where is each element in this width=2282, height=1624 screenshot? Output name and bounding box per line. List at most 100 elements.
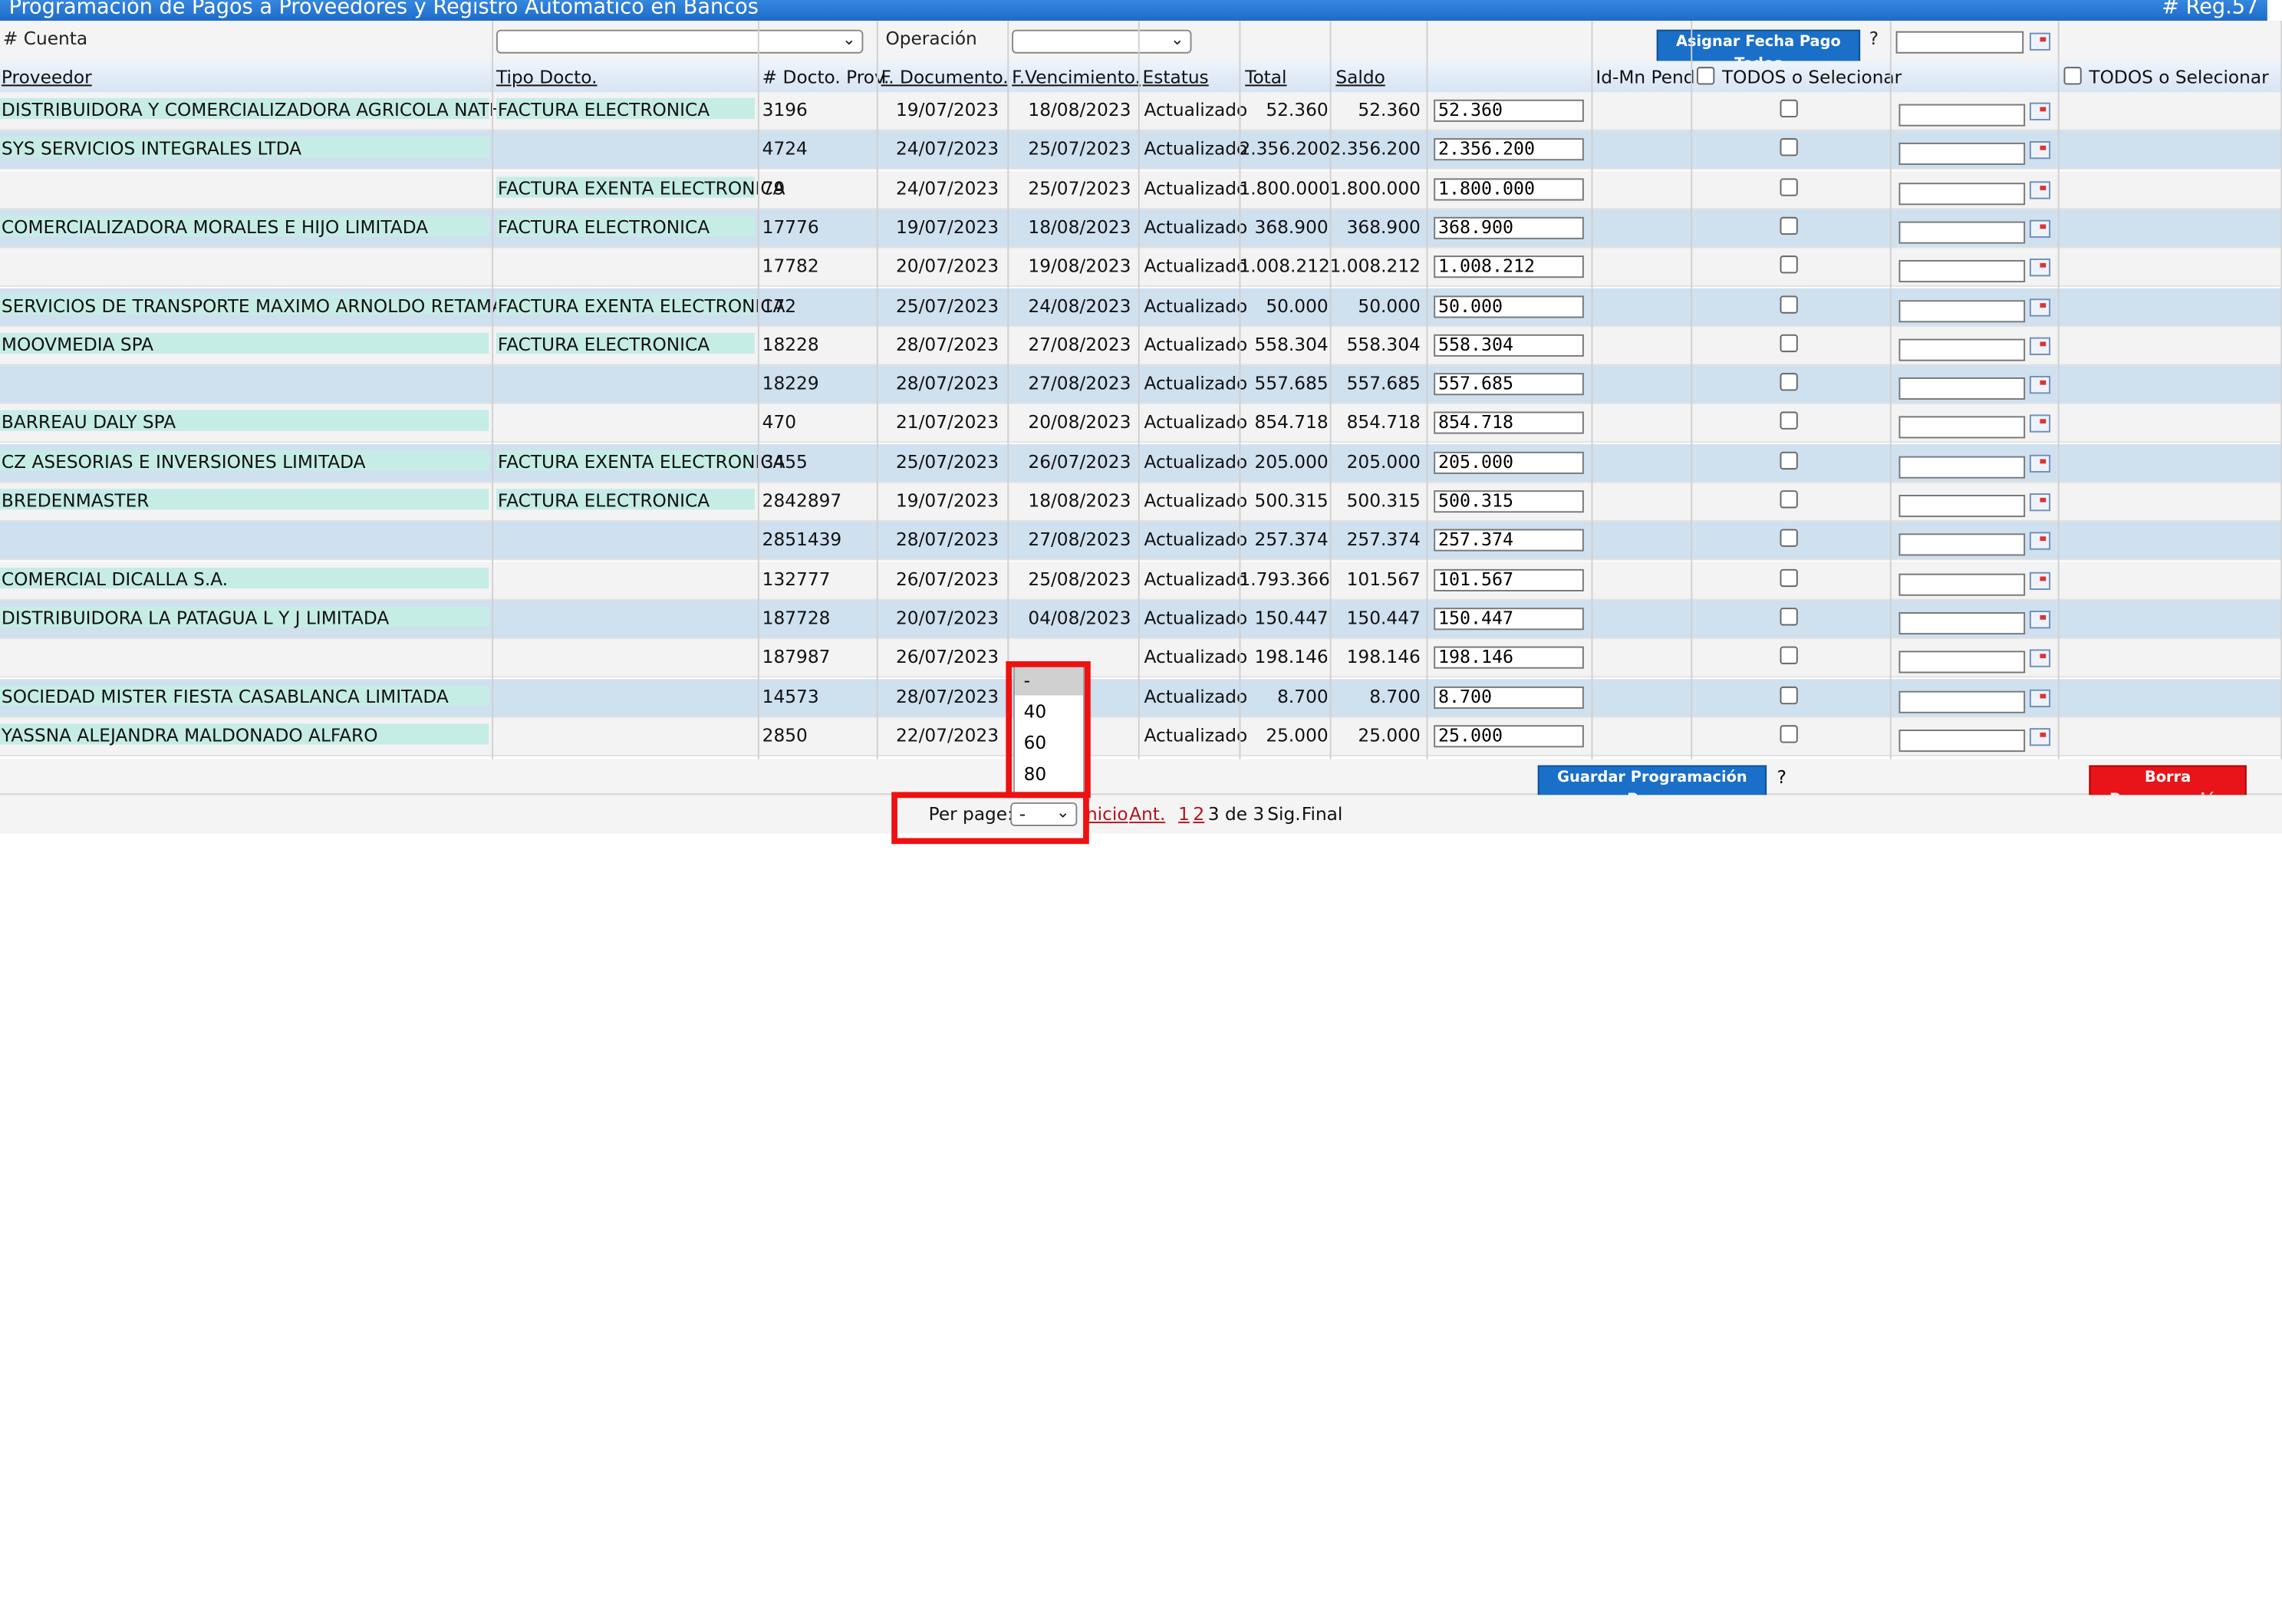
tipo-docto: FACTURA ELECTRONICA [497,216,710,238]
row-checkbox[interactable] [1780,177,1798,196]
page-1-link[interactable]: 1 [1178,804,1190,825]
fecha-pago-input[interactable] [1898,651,2026,674]
col-total[interactable]: Total [1245,67,1286,87]
row-checkbox[interactable] [1780,216,1798,235]
calendar-icon[interactable] [2029,649,2051,668]
cuenta-select[interactable]: ⌄ [496,29,864,54]
row-checkbox[interactable] [1780,373,1798,391]
row-checkbox[interactable] [1780,490,1798,509]
fecha-pago-input[interactable] [1898,417,2026,440]
fecha-pago-input[interactable] [1898,456,2026,479]
col-tipo[interactable]: Tipo Docto. [496,67,598,87]
table-row: SERVICIOS DE TRANSPORTE MAXIMO ARNOLDO R… [0,287,2282,327]
fecha-pago-input[interactable] [1898,572,2026,595]
monto-input[interactable]: 2.356.200 [1434,138,1584,161]
fecha-pago-input[interactable] [1898,338,2026,361]
proveedor-name: DISTRIBUIDORA LA PATAGUA L Y J LIMITADA [1,608,390,629]
fecha-pago-input[interactable] [1898,182,2026,205]
monto-input[interactable]: 25.000 [1434,724,1584,747]
calendar-icon[interactable] [2029,141,2051,160]
monto-input[interactable]: 8.700 [1434,685,1584,708]
fecha-pago-input[interactable] [1898,690,2026,713]
calendar-icon[interactable] [2029,415,2051,433]
fecha-pago-input[interactable] [1898,299,2026,322]
column-divider [876,21,878,794]
proveedor-name: YASSNA ALEJANDRA MALDONADO ALFARO [1,724,378,746]
fecha-pago-input[interactable] [1898,495,2026,518]
monto-input[interactable]: 1.800.000 [1434,177,1584,200]
row-checkbox[interactable] [1780,295,1798,313]
calendar-icon[interactable] [2029,493,2051,512]
table-row: SOCIEDAD MISTER FIESTA CASABLANCA LIMITA… [0,678,2282,717]
calendar-icon[interactable] [2029,259,2051,277]
col-fven[interactable]: F.Vencimiento. [1012,67,1141,87]
row-checkbox[interactable] [1780,646,1798,665]
tipo-cell [496,410,755,431]
select-all-checkbox[interactable] [1697,67,1715,85]
calendar-icon[interactable] [2029,610,2051,629]
help-icon[interactable]: ? [1777,766,1786,787]
col-proveedor[interactable]: Proveedor [2,67,92,87]
fecha-vencimiento: 04/08/2023 [1028,608,1131,629]
monto-input[interactable]: 854.718 [1434,412,1584,435]
sig-link[interactable]: Sig. [1267,804,1300,825]
proveedor-name: CZ ASESORIAS E INVERSIONES LIMITADA [1,451,366,473]
help-icon[interactable]: ? [1869,28,1879,49]
row-checkbox[interactable] [1780,99,1798,118]
fecha-pago-input[interactable] [1898,104,2026,127]
col-estatus[interactable]: Estatus [1143,67,1209,87]
fecha-pago-input[interactable] [1898,143,2026,166]
calendar-icon[interactable] [2029,376,2051,394]
calendar-icon[interactable] [2029,532,2051,551]
row-checkbox[interactable] [1780,412,1798,430]
fecha-pago-input[interactable] [1898,611,2026,634]
calendar-icon[interactable] [2029,32,2051,51]
monto-input[interactable]: 257.374 [1434,529,1584,552]
fecha-pago-input[interactable] [1898,729,2026,752]
table-row: DISTRIBUIDORA Y COMERCIALIZADORA AGRICOL… [0,92,2282,131]
row-checkbox[interactable] [1780,529,1798,548]
row-checkbox[interactable] [1780,568,1798,587]
row-checkbox[interactable] [1780,685,1798,704]
operacion-select[interactable]: ⌄ [1012,29,1192,54]
ant-link[interactable]: Ant. [1129,804,1165,825]
monto-input[interactable]: 50.000 [1434,295,1584,318]
saldo: 101.567 [1346,568,1421,590]
select-all-checkbox-2[interactable] [2063,67,2082,85]
final-link[interactable]: Final [1302,804,1343,825]
calendar-icon[interactable] [2029,727,2051,746]
monto-input[interactable]: 500.315 [1434,490,1584,513]
monto-input[interactable]: 198.146 [1434,646,1584,670]
row-checkbox[interactable] [1780,138,1798,156]
page-2-link[interactable]: 2 [1193,804,1204,825]
calendar-icon[interactable] [2029,337,2051,355]
fecha-pago-input[interactable] [1898,221,2026,244]
row-checkbox[interactable] [1780,334,1798,352]
monto-input[interactable]: 101.567 [1434,568,1584,591]
monto-input[interactable]: 150.447 [1434,608,1584,631]
monto-input[interactable]: 52.360 [1434,99,1584,122]
calendar-icon[interactable] [2029,688,2051,707]
row-checkbox[interactable] [1780,608,1798,626]
calendar-icon[interactable] [2029,298,2051,316]
fecha-todos-input[interactable] [1895,31,2024,54]
calendar-icon[interactable] [2029,454,2051,473]
monto-input[interactable]: 557.685 [1434,373,1584,396]
calendar-icon[interactable] [2029,102,2051,120]
monto-input[interactable]: 368.900 [1434,216,1584,239]
row-checkbox[interactable] [1780,255,1798,274]
monto-input[interactable]: 205.000 [1434,451,1584,474]
row-checkbox[interactable] [1780,724,1798,743]
fecha-pago-input[interactable] [1898,377,2026,400]
inicio-link[interactable]: nicio [1086,804,1128,825]
fecha-pago-input[interactable] [1898,533,2026,557]
calendar-icon[interactable] [2029,180,2051,199]
row-checkbox[interactable] [1780,451,1798,469]
col-saldo[interactable]: Saldo [1335,67,1385,87]
calendar-icon[interactable] [2029,219,2051,238]
monto-input[interactable]: 1.008.212 [1434,255,1584,278]
monto-input[interactable]: 558.304 [1434,334,1584,357]
col-fdoc[interactable]: F. Documento. [881,67,1009,87]
calendar-icon[interactable] [2029,571,2051,590]
fecha-pago-input[interactable] [1898,260,2026,283]
